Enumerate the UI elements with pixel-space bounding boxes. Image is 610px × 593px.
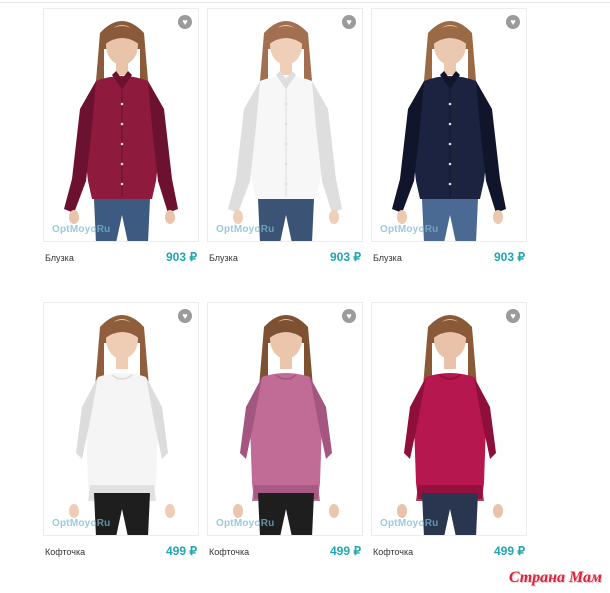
watermark: OptMoyoRu (216, 224, 275, 235)
product-photo[interactable] (208, 303, 363, 536)
product-name[interactable]: Кофточка (209, 547, 249, 557)
top-divider (0, 2, 610, 3)
heart-icon[interactable]: ♥ (506, 309, 520, 323)
heart-icon[interactable]: ♥ (506, 15, 520, 29)
product-image[interactable]: ♥ OptMoyoRu (371, 302, 527, 536)
product-image[interactable]: ♥ OptMoyoRu (207, 302, 363, 536)
watermark: OptMoyoRu (216, 518, 275, 529)
product-price: 499 ₽ (330, 544, 361, 558)
product-card[interactable]: ♥ OptMoyoRu Блузка 903 ₽ (371, 8, 527, 266)
heart-icon[interactable]: ♥ (178, 15, 192, 29)
product-card[interactable]: ♥ OptMoyoRu Кофточка 499 ₽ (207, 302, 363, 560)
product-card[interactable]: ♥ OptMoyoRu Блузка 903 ₽ (43, 8, 199, 266)
product-photo[interactable] (44, 303, 199, 536)
product-image[interactable]: ♥ OptMoyoRu (207, 8, 363, 242)
product-card[interactable]: ♥ OptMoyoRu Блузка 903 ₽ (207, 8, 363, 266)
product-name[interactable]: Блузка (373, 253, 402, 263)
product-photo[interactable] (372, 9, 527, 242)
product-name[interactable]: Блузка (209, 253, 238, 263)
product-photo[interactable] (208, 9, 363, 242)
product-image[interactable]: ♥ OptMoyoRu (43, 8, 199, 242)
watermark: OptMoyoRu (380, 518, 439, 529)
product-image[interactable]: ♥ OptMoyoRu (43, 302, 199, 536)
product-image[interactable]: ♥ OptMoyoRu (371, 8, 527, 242)
product-photo[interactable] (44, 9, 199, 242)
product-name[interactable]: Блузка (45, 253, 74, 263)
brand-logo: Страна Мам (508, 569, 602, 586)
product-card[interactable]: ♥ OptMoyoRu Кофточка 499 ₽ (43, 302, 199, 560)
product-price: 499 ₽ (494, 544, 525, 558)
watermark: OptMoyoRu (52, 518, 111, 529)
product-price: 903 ₽ (166, 250, 197, 264)
product-price: 903 ₽ (330, 250, 361, 264)
heart-icon[interactable]: ♥ (342, 15, 356, 29)
product-name[interactable]: Кофточка (45, 547, 85, 557)
heart-icon[interactable]: ♥ (342, 309, 356, 323)
product-card[interactable]: ♥ OptMoyoRu Кофточка 499 ₽ (371, 302, 527, 560)
heart-icon[interactable]: ♥ (178, 309, 192, 323)
watermark: OptMoyoRu (380, 224, 439, 235)
product-name[interactable]: Кофточка (373, 547, 413, 557)
product-photo[interactable] (372, 303, 527, 536)
watermark: OptMoyoRu (52, 224, 111, 235)
product-price: 903 ₽ (494, 250, 525, 264)
product-price: 499 ₽ (166, 544, 197, 558)
